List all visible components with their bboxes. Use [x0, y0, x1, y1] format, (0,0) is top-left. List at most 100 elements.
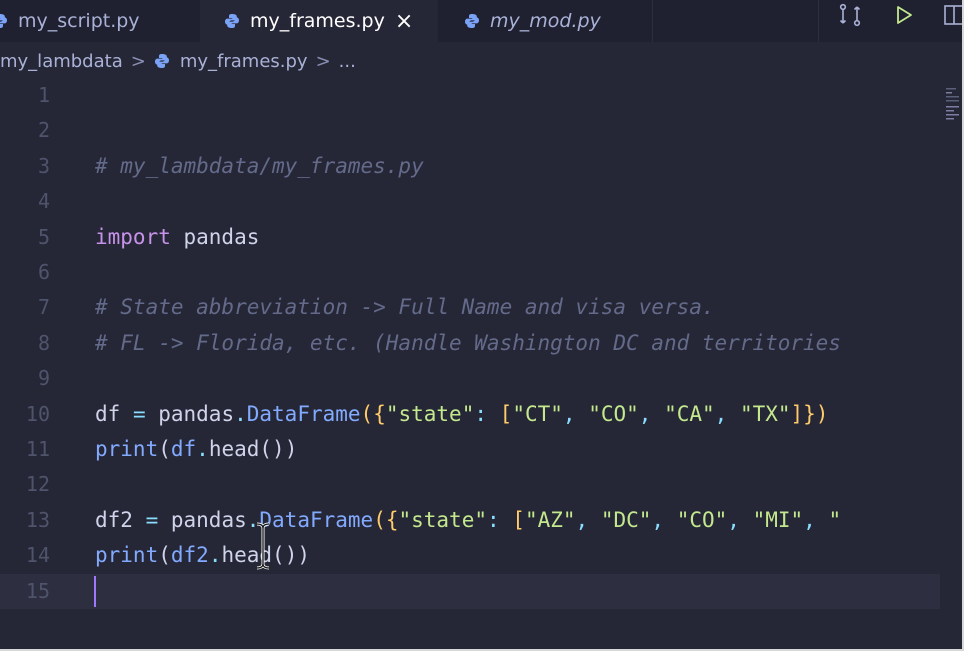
- breadcrumb-file[interactable]: my_frames.py: [180, 51, 308, 72]
- line-number: 11: [25, 437, 50, 461]
- code-token: =: [132, 507, 171, 532]
- split-editor-icon[interactable]: [934, 0, 962, 30]
- code-token: ()): [272, 543, 310, 568]
- code-token: ,: [562, 401, 589, 426]
- code-token: .: [208, 543, 222, 568]
- tab-my-frames[interactable]: my_frames.py ×: [200, 0, 438, 42]
- code-token: # State abbreviation -> Full Name and vi…: [95, 295, 715, 320]
- code-line[interactable]: 8 # FL -> Florida, etc. (Handle Washingto…: [0, 326, 940, 361]
- line-number: 12: [25, 472, 50, 497]
- code-line[interactable]: 3 # my_lambdata/my_frames.py: [0, 149, 940, 184]
- code-line[interactable]: 6: [0, 255, 940, 290]
- code-text: print(df.head()): [95, 432, 297, 467]
- code-text: df = pandas.DataFrame({"state": ["CT", "…: [95, 397, 828, 432]
- minimap[interactable]: [946, 86, 960, 120]
- code-token: print: [95, 543, 159, 568]
- code-token: DataFrame: [246, 401, 361, 426]
- breadcrumb-separator: >: [315, 50, 331, 72]
- code-token: ,: [651, 507, 677, 532]
- line-number: 9: [37, 366, 50, 391]
- code-editor[interactable]: 1 2 3 # my_lambdata/my_frames.py 4 5 import pa…: [0, 78, 940, 649]
- compare-changes-icon[interactable]: [830, 0, 870, 30]
- code-token: head: [208, 437, 260, 461]
- current-line[interactable]: 15: [0, 573, 940, 609]
- code-token: [: [512, 507, 525, 532]
- line-number: 15: [25, 578, 50, 603]
- code-text: df2 = pandas.DataFrame({"state": ["AZ", …: [95, 503, 841, 538]
- code-line[interactable]: 10 df = pandas.DataFrame({"state": ["CT",…: [0, 397, 940, 432]
- text-caret: [94, 575, 96, 607]
- code-line[interactable]: 2: [0, 113, 940, 148]
- breadcrumb-folder[interactable]: my_lambdata: [0, 51, 123, 72]
- breadcrumb-more[interactable]: ...: [339, 51, 356, 72]
- tab-label: my_mod.py: [490, 10, 601, 32]
- python-file-icon: [465, 14, 479, 28]
- code-token: ]}): [790, 401, 829, 426]
- code-token: ,: [727, 507, 753, 532]
- code-line[interactable]: 13 df2 = pandas.DataFrame({"state": ["AZ"…: [0, 503, 940, 538]
- code-line[interactable]: 5 import pandas: [0, 220, 940, 255]
- code-line[interactable]: 4: [0, 184, 940, 219]
- close-icon[interactable]: ×: [395, 9, 413, 34]
- tab-label: my_frames.py: [250, 10, 385, 32]
- code-text: print(df2.head()): [95, 538, 310, 573]
- code-token: DataFrame: [259, 507, 374, 532]
- code-token: pandas: [170, 507, 247, 532]
- line-number: 8: [37, 330, 50, 355]
- code-token: .: [234, 401, 247, 426]
- code-token: :: [487, 507, 513, 532]
- code-token: "CO": [588, 401, 639, 426]
- code-token: ({: [373, 507, 399, 532]
- code-token: df2: [95, 507, 133, 532]
- line-number: 7: [37, 295, 50, 320]
- code-text: # FL -> Florida, etc. (Handle Washington…: [95, 326, 841, 361]
- code-token: import: [95, 224, 171, 249]
- code-line[interactable]: 14 print(df2.head()): [0, 538, 940, 573]
- code-line[interactable]: 7 # State abbreviation -> Full Name and v…: [0, 290, 940, 325]
- code-token: [: [499, 401, 513, 426]
- tab-bar: my_script.py my_frames.py × my_mod.py: [0, 0, 962, 42]
- code-token: df2: [170, 543, 209, 568]
- code-text: import pandas: [95, 220, 259, 255]
- code-token: ": [828, 507, 842, 532]
- code-token: ()): [259, 437, 298, 461]
- line-number: 14: [25, 543, 50, 568]
- python-file-icon: [0, 14, 7, 28]
- text-cursor-icon: [256, 522, 270, 570]
- code-line[interactable]: 11 print(df.head()): [0, 432, 940, 467]
- code-token: pandas: [170, 224, 260, 249]
- code-token: (: [158, 437, 171, 461]
- code-line[interactable]: 9: [0, 361, 940, 396]
- line-number: 13: [25, 507, 50, 532]
- code-token: ,: [575, 507, 601, 532]
- run-icon[interactable]: [884, 0, 924, 30]
- code-token: "DC": [600, 507, 652, 532]
- python-file-icon: [154, 54, 169, 68]
- breadcrumb-separator: >: [130, 50, 146, 72]
- tab-my-script[interactable]: my_script.py: [0, 0, 200, 42]
- code-token: "MI": [752, 507, 804, 532]
- editor-window: my_script.py my_frames.py × my_mod.py my…: [0, 0, 964, 651]
- code-token: (: [158, 543, 171, 568]
- code-token: # FL -> Florida, etc. (Handle Washington…: [95, 330, 841, 355]
- line-number: 6: [37, 260, 50, 284]
- code-token: "AZ": [524, 507, 576, 532]
- code-line[interactable]: 1: [0, 78, 940, 113]
- code-token: pandas: [158, 401, 235, 426]
- line-number: 2: [37, 118, 50, 143]
- code-text: # State abbreviation -> Full Name and vi…: [95, 290, 715, 325]
- code-token: df: [95, 401, 121, 426]
- code-token: ,: [714, 401, 740, 426]
- code-token: "state": [385, 401, 475, 426]
- tab-my-mod[interactable]: my_mod.py: [438, 0, 652, 42]
- code-token: ,: [638, 401, 665, 426]
- code-token: =: [120, 401, 159, 426]
- code-token: "state": [398, 507, 487, 532]
- line-number: 10: [25, 401, 50, 426]
- code-line[interactable]: 12: [0, 467, 940, 502]
- code-token: "CA": [664, 401, 715, 426]
- python-file-icon: [225, 14, 239, 28]
- code-token: .: [196, 437, 209, 461]
- code-token: # my_lambdata/my_frames.py: [95, 153, 424, 178]
- line-number: 1: [37, 83, 50, 107]
